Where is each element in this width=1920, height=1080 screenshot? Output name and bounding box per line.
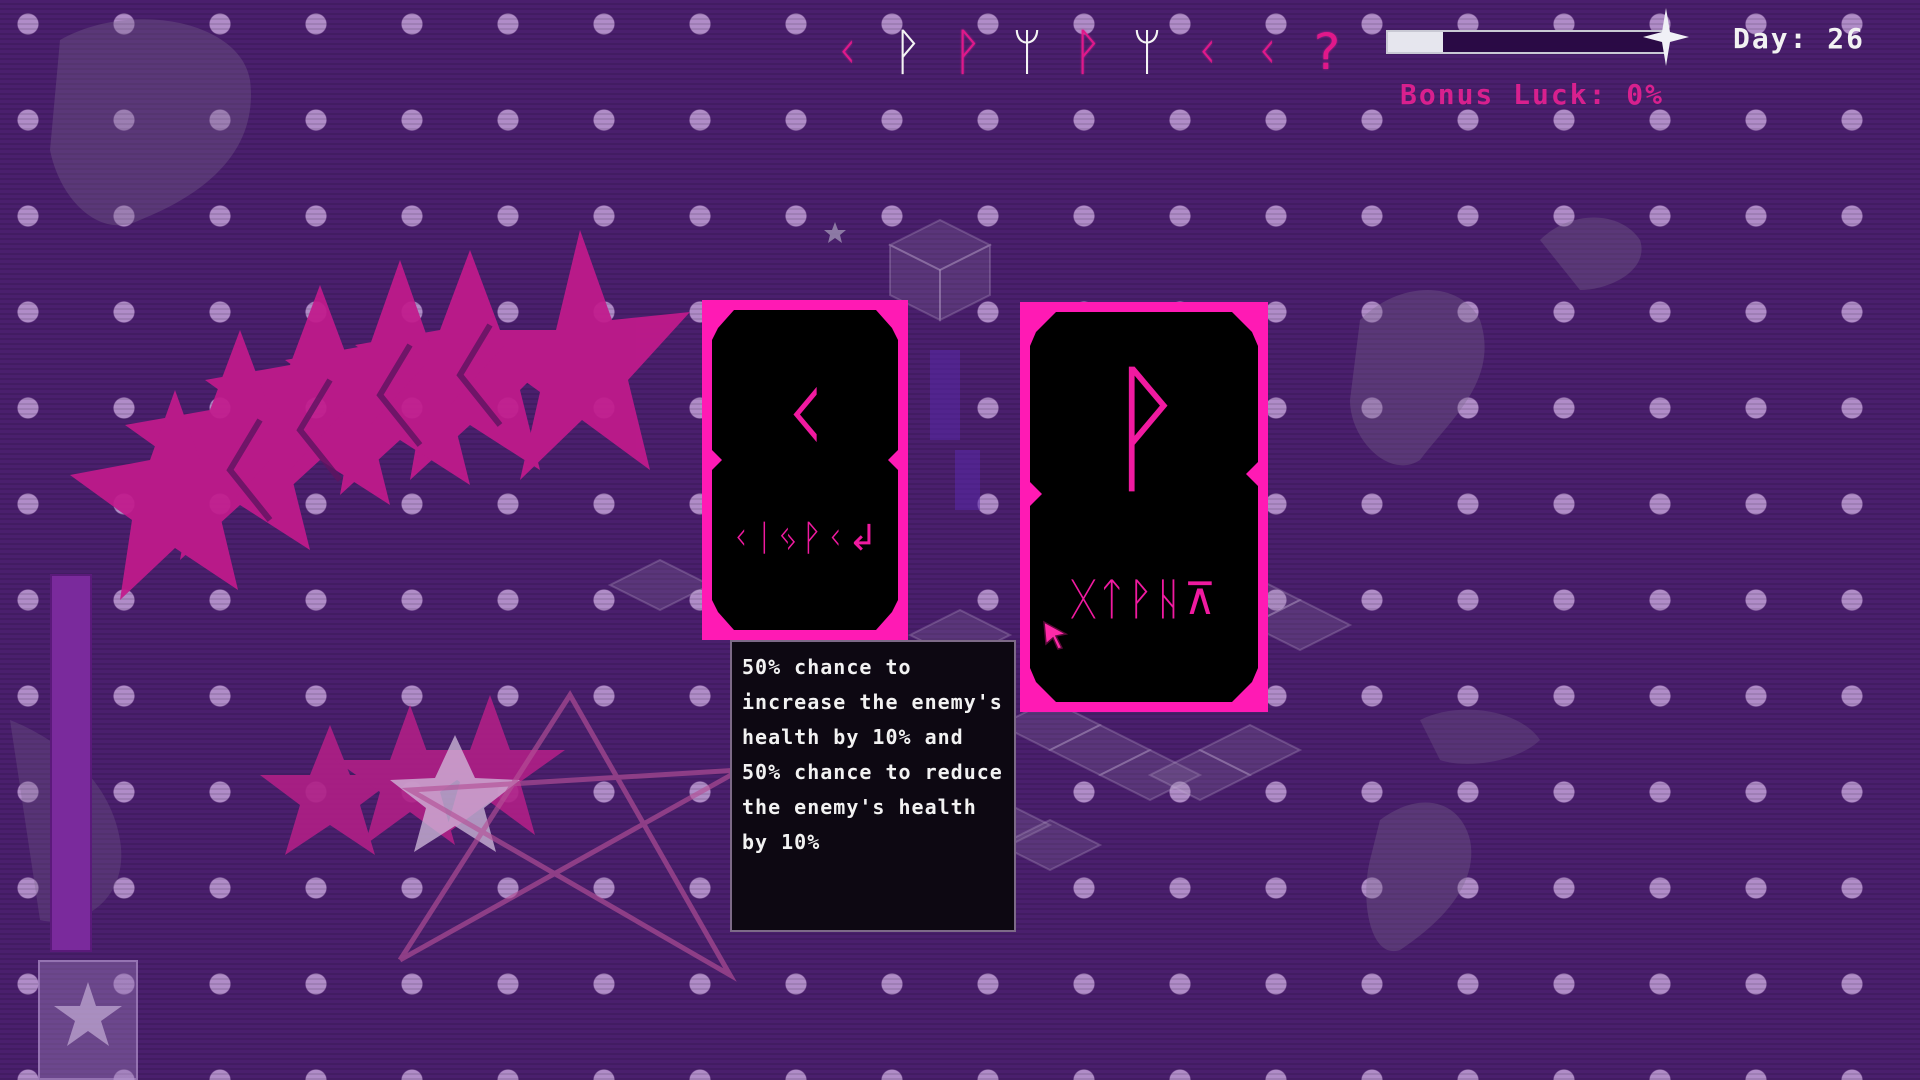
rune-history-slot: ? [1313, 23, 1341, 81]
card-rune-glyph: ᚲ [769, 346, 841, 485]
rune-history-slot: ᚹ [952, 23, 982, 81]
bonus-luck-label: Bonus Luck: 0% [1400, 78, 1665, 111]
rune-history-slot: ᚲ [1192, 23, 1222, 81]
cursor-icon [1043, 620, 1069, 650]
rune-card-left[interactable]: ᚲ ᚲᛁᛃᚹᚲ↲ [702, 300, 908, 640]
rune-card-right[interactable]: ᚹ ᚷᛏᚹᚺ⊼ [1020, 302, 1268, 712]
luck-progress-bar [1386, 30, 1666, 54]
card-rune-name: ᚷᛏᚹᚺ⊼ [1070, 574, 1218, 625]
rune-history-slot: ᚹ [892, 23, 922, 81]
card-rune-glyph: ᚹ [1101, 348, 1186, 511]
card-rune-name: ᚲᛁᛃᚹᚲ↲ [729, 518, 881, 559]
day-counter: Day: 26 [1733, 22, 1866, 55]
rune-history-slot: ᛘ [1132, 23, 1162, 81]
luck-star-icon [1643, 8, 1689, 66]
side-meter [50, 574, 92, 952]
rune-history-slot: ᚲ [1252, 23, 1282, 81]
ability-star-icon [54, 982, 122, 1046]
luck-progress-fill [1388, 32, 1444, 52]
game-screen: ᚲ ᚹ ᚹ ᛘ ᚹ ᛘ ᚲ ᚲ? Day: 26 Bonus Luck: 0% ᚲ ᚲᛁᛃᚹᚲ… [0, 0, 1920, 1080]
rune-history-slot: ᛘ [1012, 23, 1042, 81]
ability-slot[interactable] [38, 960, 138, 1080]
rune-history: ᚲ ᚹ ᚹ ᛘ ᚹ ᛘ ᚲ ᚲ? [826, 24, 1348, 80]
card-tooltip: 50% chance to increase the enemy's healt… [730, 640, 1016, 932]
rune-history-slot: ᚲ [832, 23, 862, 81]
rune-history-slot: ᚹ [1072, 23, 1102, 81]
